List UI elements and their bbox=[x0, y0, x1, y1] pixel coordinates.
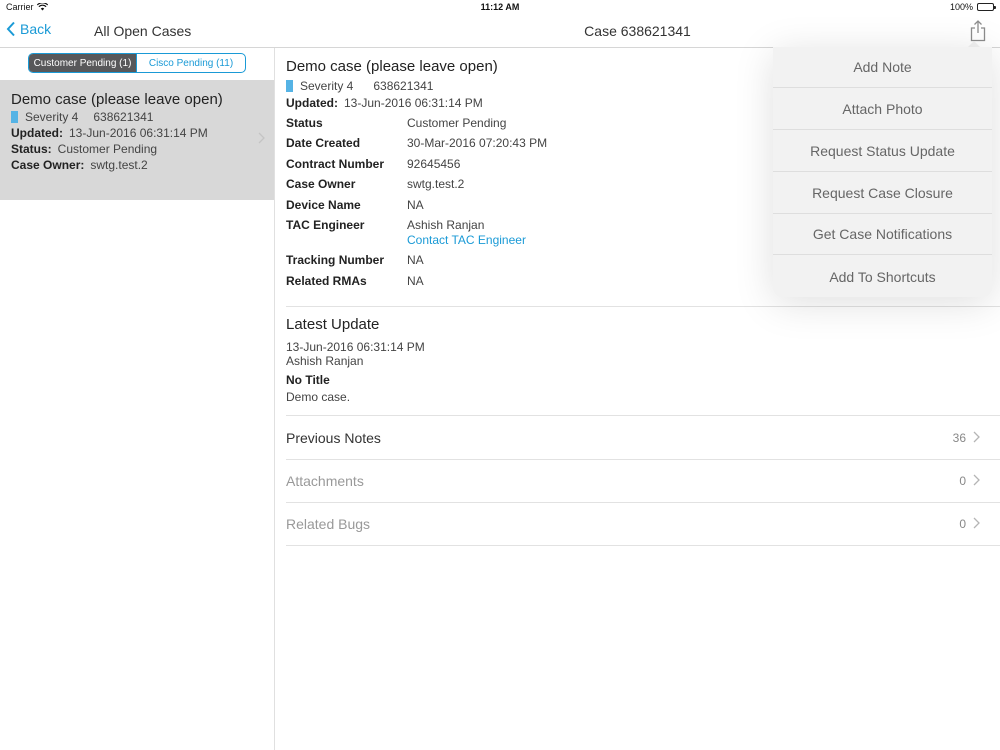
segment-customer-pending[interactable]: Customer Pending (1) bbox=[29, 54, 137, 72]
attachments-label: Attachments bbox=[286, 473, 364, 489]
severity-marker-icon bbox=[11, 111, 18, 123]
contact-tac-engineer-link[interactable]: Contact TAC Engineer bbox=[407, 233, 526, 247]
case-updated-label: Updated: bbox=[286, 96, 338, 110]
detail-value-related-rmas: NA bbox=[407, 274, 424, 288]
detail-value-contract-number: 92645456 bbox=[407, 157, 461, 171]
case-list-panel: Customer Pending (1) Cisco Pending (11) … bbox=[0, 48, 275, 750]
segment-cisco-pending[interactable]: Cisco Pending (11) bbox=[137, 54, 245, 72]
related-bugs-row[interactable]: Related Bugs 0 bbox=[286, 502, 990, 544]
previous-notes-label: Previous Notes bbox=[286, 430, 381, 446]
detail-label-tracking-number: Tracking Number bbox=[286, 253, 385, 267]
case-filter-segmented-control: Customer Pending (1) Cisco Pending (11) bbox=[28, 53, 246, 73]
related-bugs-label: Related Bugs bbox=[286, 516, 371, 532]
detail-value-tracking-number: NA bbox=[407, 253, 424, 267]
attachments-count: 0 bbox=[959, 474, 966, 488]
chevron-right-icon bbox=[973, 474, 980, 486]
latest-update-date: 13-Jun-2016 06:31:14 PM bbox=[286, 340, 425, 354]
share-icon bbox=[970, 20, 986, 42]
case-title: Demo case (please leave open) bbox=[286, 58, 498, 75]
latest-update-body: Demo case. bbox=[286, 390, 351, 404]
previous-notes-row[interactable]: Previous Notes 36 bbox=[286, 416, 990, 458]
case-number: 638621341 bbox=[373, 79, 434, 93]
case-item-number: 638621341 bbox=[93, 110, 154, 124]
back-label: Back bbox=[20, 21, 52, 37]
case-item-updated-label: Updated: bbox=[11, 126, 63, 140]
add-note-menu-item[interactable]: Add Note bbox=[773, 47, 992, 88]
battery-icon bbox=[977, 3, 996, 11]
case-item-status-value: Customer Pending bbox=[57, 142, 158, 156]
chevron-right-icon bbox=[258, 132, 265, 144]
share-button[interactable] bbox=[968, 20, 988, 42]
detail-value-case-owner: swtg.test.2 bbox=[407, 177, 465, 191]
clock: 11:12 AM bbox=[480, 2, 520, 12]
case-list-item[interactable]: Demo case (please leave open) Severity 4… bbox=[0, 80, 274, 200]
case-actions-popover: Add Note Attach Photo Request Status Upd… bbox=[773, 47, 992, 297]
case-item-owner-value: swtg.test.2 bbox=[90, 158, 148, 172]
detail-label-status: Status bbox=[286, 116, 323, 130]
attachments-row[interactable]: Attachments 0 bbox=[286, 459, 990, 501]
case-updated-value: 13-Jun-2016 06:31:14 PM bbox=[344, 96, 483, 110]
detail-value-device-name: NA bbox=[407, 198, 424, 212]
list-title: All Open Cases bbox=[94, 23, 192, 39]
request-status-update-menu-item[interactable]: Request Status Update bbox=[773, 131, 992, 172]
related-bugs-count: 0 bbox=[959, 517, 966, 531]
detail-value-status: Customer Pending bbox=[407, 116, 507, 130]
chevron-right-icon bbox=[973, 517, 980, 529]
detail-value-date-created: 30-Mar-2016 07:20:43 PM bbox=[407, 136, 548, 150]
latest-update-note-title: No Title bbox=[286, 373, 330, 387]
battery-area: 100% bbox=[949, 2, 996, 12]
case-item-status-label: Status: bbox=[11, 142, 52, 156]
detail-label-case-owner: Case Owner bbox=[286, 177, 356, 191]
detail-label-date-created: Date Created bbox=[286, 136, 361, 150]
case-updated: Updated: 13-Jun-2016 06:31:14 PM bbox=[286, 96, 483, 110]
request-case-closure-menu-item[interactable]: Request Case Closure bbox=[773, 173, 992, 214]
chevron-right-icon bbox=[973, 431, 980, 443]
detail-label-related-rmas: Related RMAs bbox=[286, 274, 367, 288]
case-severity-label: Severity 4 bbox=[300, 79, 354, 93]
page-title: Case 638621341 bbox=[584, 23, 691, 39]
back-chevron-icon bbox=[6, 21, 15, 37]
case-item-title: Demo case (please leave open) bbox=[11, 91, 223, 108]
back-button[interactable]: Back bbox=[6, 21, 51, 37]
case-item-updated-value: 13-Jun-2016 06:31:14 PM bbox=[69, 126, 208, 140]
detail-label-contract-number: Contract Number bbox=[286, 157, 385, 171]
navigation-bar: Back All Open Cases Case 638621341 bbox=[0, 16, 1000, 48]
case-item-status: Status: Customer Pending bbox=[11, 142, 157, 156]
detail-label-device-name: Device Name bbox=[286, 198, 361, 212]
status-bar: Carrier 11:12 AM 100% bbox=[0, 0, 1000, 16]
battery-percent: 100% bbox=[949, 2, 973, 12]
detail-value-tac-engineer: Ashish Ranjan bbox=[407, 218, 485, 232]
case-item-updated: Updated: 13-Jun-2016 06:31:14 PM bbox=[11, 126, 208, 140]
detail-label-tac-engineer: TAC Engineer bbox=[286, 218, 365, 232]
section-divider bbox=[286, 306, 1000, 307]
case-item-severity-label: Severity 4 bbox=[25, 110, 79, 124]
latest-update-author: Ashish Ranjan bbox=[286, 354, 364, 368]
case-item-owner: Case Owner: swtg.test.2 bbox=[11, 158, 148, 172]
previous-notes-count: 36 bbox=[952, 431, 966, 445]
case-severity: Severity 4 638621341 bbox=[286, 79, 433, 93]
section-divider bbox=[286, 545, 1000, 546]
attach-photo-menu-item[interactable]: Attach Photo bbox=[773, 89, 992, 130]
severity-marker-icon bbox=[286, 80, 293, 92]
add-to-shortcuts-menu-item[interactable]: Add To Shortcuts bbox=[773, 256, 992, 297]
get-case-notifications-menu-item[interactable]: Get Case Notifications bbox=[773, 214, 992, 255]
case-item-severity: Severity 4 638621341 bbox=[11, 110, 153, 124]
latest-update-heading: Latest Update bbox=[286, 316, 380, 333]
case-item-owner-label: Case Owner: bbox=[11, 158, 85, 172]
